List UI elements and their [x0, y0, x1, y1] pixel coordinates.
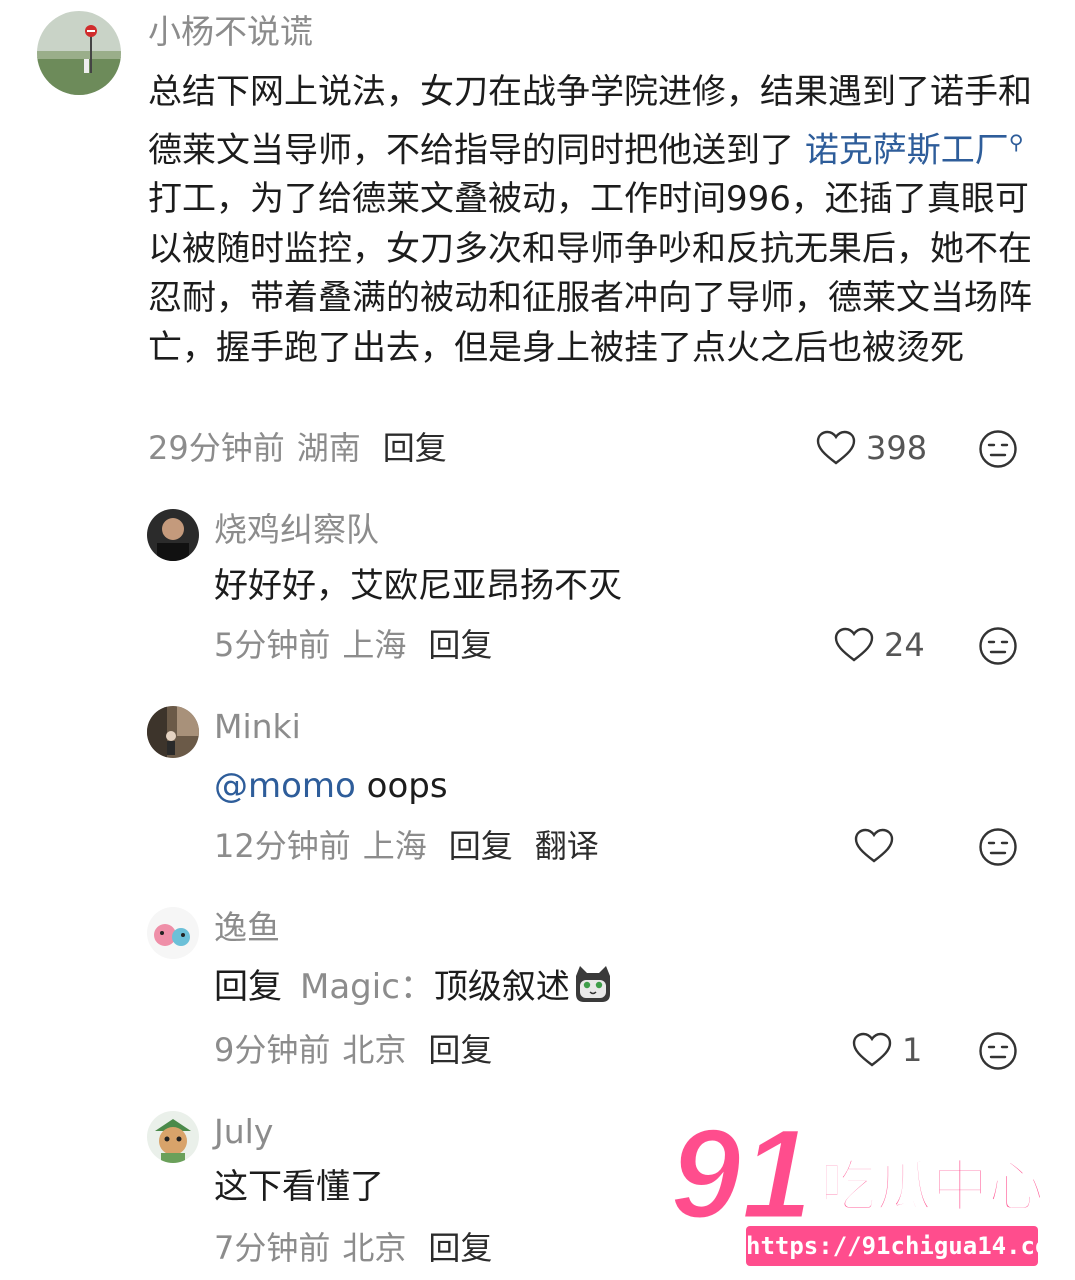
comment-meta: 9分钟前 北京 回复 — [214, 1030, 492, 1070]
like-button[interactable]: 1 — [852, 1030, 922, 1070]
location: 北京 — [342, 1031, 407, 1069]
comment-meta: 5分钟前 上海 回复 — [214, 625, 492, 665]
comment-text-part: oops — [366, 766, 448, 806]
username[interactable]: Minki — [214, 707, 301, 747]
reply-button[interactable]: 回复 — [383, 429, 447, 467]
reply-button[interactable]: 回复 — [428, 1229, 492, 1267]
timestamp: 12分钟前 — [214, 827, 351, 865]
comment-meta: 7分钟前 北京 回复 — [214, 1228, 492, 1268]
neutral-face-icon — [979, 627, 1017, 665]
reply-button[interactable]: 回复 — [449, 827, 513, 865]
comment-text-part: 打工，为了给德莱文叠被动，工作时间996，还插了真眼可以被随时监控，女刀多次和导… — [148, 179, 1032, 368]
location: 上海 — [362, 827, 427, 865]
location: 上海 — [342, 626, 407, 664]
watermark-logo: 91 吃瓜中心 https://91chigua14.com — [668, 1102, 1068, 1280]
svg-text:91: 91 — [670, 1118, 812, 1228]
search-icon[interactable]: ⚲ — [1009, 130, 1024, 154]
topic-link[interactable]: 诺克萨斯工厂 — [805, 130, 1009, 170]
like-button[interactable] — [854, 826, 904, 866]
username[interactable]: 逸鱼 — [214, 908, 280, 948]
heart-icon — [852, 1032, 892, 1067]
comment-text: 这下看懂了 — [214, 1167, 384, 1207]
comment-text: 回复 Magic：顶级叙述 — [214, 963, 614, 1013]
heart-icon — [816, 430, 856, 465]
comment-text: 总结下网上说法，女刀在战争学院进修，结果遇到了诺手和德莱文当导师，不给指导的同时… — [148, 68, 1043, 373]
timestamp: 29分钟前 — [148, 429, 285, 467]
comment-text: @momo oops — [214, 762, 448, 812]
reply-button[interactable]: 回复 — [428, 626, 492, 664]
avatar[interactable] — [37, 11, 121, 95]
mention-link[interactable]: @momo — [214, 766, 356, 806]
location: 湖南 — [296, 429, 361, 467]
neutral-face-icon — [979, 828, 1017, 866]
translate-button[interactable]: 翻译 — [535, 827, 599, 865]
dislike-button[interactable] — [978, 626, 1018, 666]
avatar[interactable] — [147, 509, 199, 561]
comment-text: 好好好，艾欧尼亚昂扬不灭 — [214, 566, 622, 606]
svg-text:吃瓜中心: 吃瓜中心 — [820, 1155, 1044, 1220]
like-count: 398 — [866, 429, 928, 467]
like-button[interactable]: 24 — [834, 625, 925, 665]
dislike-button[interactable] — [978, 429, 1018, 469]
like-count: 1 — [902, 1031, 923, 1069]
heart-icon — [834, 627, 874, 662]
cat-face-emoji — [572, 964, 614, 1004]
username[interactable]: 烧鸡纠察队 — [214, 510, 379, 550]
like-count: 24 — [884, 626, 925, 664]
comment-meta: 12分钟前 上海 回复 翻译 — [214, 826, 599, 866]
reply-target[interactable]: Magic： — [300, 967, 434, 1007]
reply-prefix: 回复 — [214, 967, 282, 1007]
avatar[interactable] — [147, 706, 199, 758]
username[interactable]: 小杨不说谎 — [148, 12, 313, 52]
like-button[interactable]: 398 — [816, 428, 927, 468]
username[interactable]: July — [214, 1112, 273, 1152]
neutral-face-icon — [979, 430, 1017, 468]
comment-meta: 29分钟前 湖南 回复 — [148, 428, 447, 468]
avatar[interactable] — [147, 1111, 199, 1163]
dislike-button[interactable] — [978, 1031, 1018, 1071]
reply-button[interactable]: 回复 — [428, 1031, 492, 1069]
watermark-url: https://91chigua14.com — [746, 1226, 1064, 1266]
comment-text-part: 顶级叙述 — [433, 967, 570, 1007]
location: 北京 — [342, 1229, 407, 1267]
avatar[interactable] — [147, 907, 199, 959]
heart-icon — [854, 828, 894, 863]
timestamp: 9分钟前 — [214, 1031, 331, 1069]
timestamp: 5分钟前 — [214, 626, 331, 664]
neutral-face-icon — [979, 1032, 1017, 1070]
watermark-logo-graphic: 91 吃瓜中心 — [669, 1102, 1046, 1248]
dislike-button[interactable] — [978, 827, 1018, 867]
timestamp: 7分钟前 — [214, 1229, 331, 1267]
